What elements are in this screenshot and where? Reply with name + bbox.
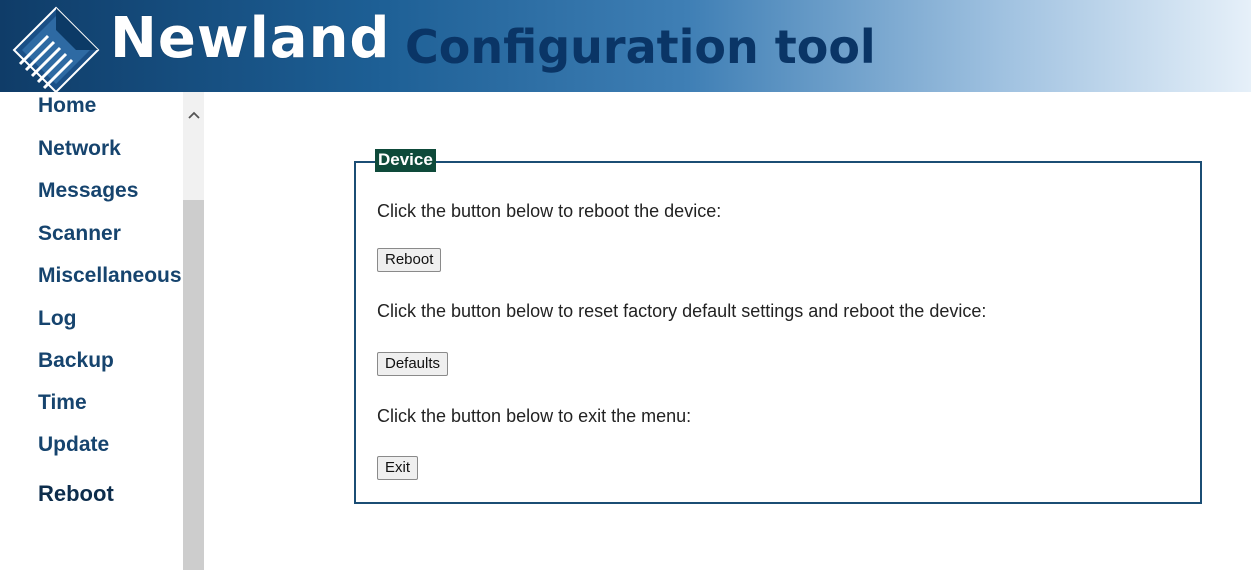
sidebar-item-reboot[interactable]: Reboot [38, 481, 114, 507]
reboot-button[interactable]: Reboot [377, 248, 442, 272]
defaults-instruction: Click the button below to reset factory … [377, 301, 987, 321]
chevron-up-icon[interactable] [183, 106, 204, 124]
header-banner: Newland Configuration tool [0, 0, 1251, 92]
sidebar-item-log[interactable]: Log [38, 307, 76, 331]
sidebar-item-time[interactable]: Time [38, 391, 87, 415]
sidebar-item-update[interactable]: Update [38, 433, 109, 457]
device-legend: Device [375, 149, 436, 172]
page-title: Configuration tool [405, 20, 876, 74]
defaults-button[interactable]: Defaults [377, 352, 449, 376]
sidebar-item-network[interactable]: Network [38, 137, 121, 161]
sidebar-item-backup[interactable]: Backup [38, 349, 114, 373]
page: Newland Configuration tool Home Network … [0, 0, 1251, 570]
sidebar-nav: Home Network Messages Scanner Miscellane… [0, 92, 183, 570]
scrollbar-thumb[interactable] [183, 200, 204, 570]
newland-diamond-logo-icon [12, 6, 100, 92]
exit-instruction: Click the button below to exit the menu: [377, 406, 692, 426]
sidebar-scrollbar[interactable] [183, 92, 204, 570]
brand-name: Newland [110, 6, 391, 71]
exit-button[interactable]: Exit [377, 456, 419, 480]
reboot-instruction: Click the button below to reboot the dev… [377, 201, 722, 221]
sidebar-item-scanner[interactable]: Scanner [38, 222, 121, 246]
sidebar-item-home[interactable]: Home [38, 94, 96, 118]
sidebar-item-miscellaneous[interactable]: Miscellaneous [38, 264, 182, 288]
sidebar-item-messages[interactable]: Messages [38, 179, 138, 203]
